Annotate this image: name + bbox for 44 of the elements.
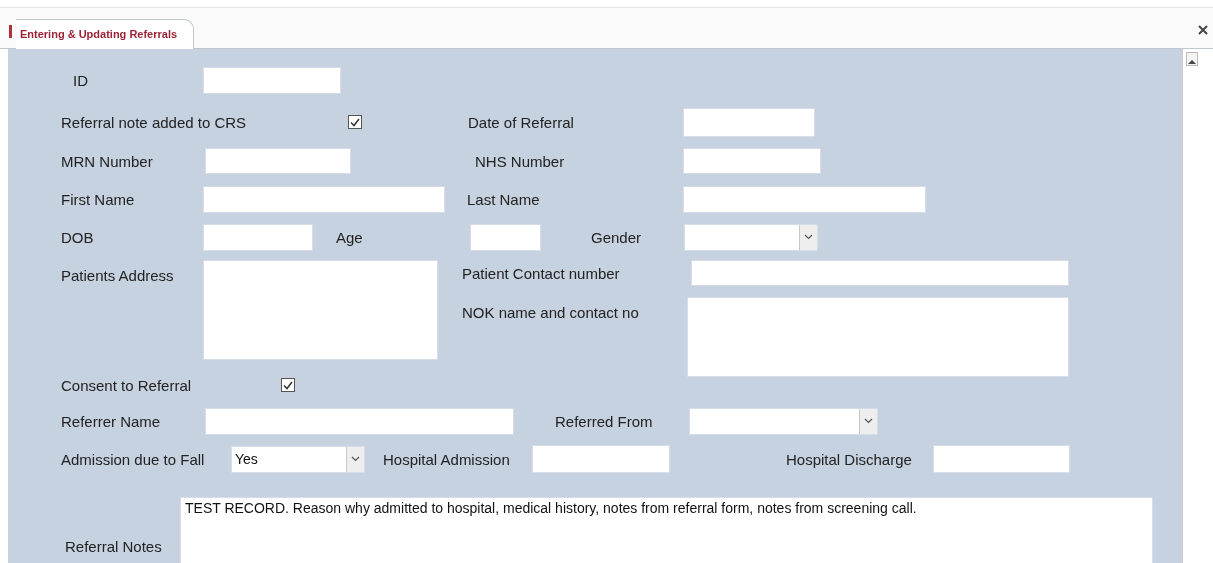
field-label: MRN Number	[61, 152, 153, 170]
memo-field[interactable]	[687, 297, 1069, 377]
checkbox[interactable]	[281, 378, 295, 392]
field-label: Consent to Referral	[61, 376, 192, 394]
memo-field[interactable]	[203, 260, 438, 360]
text-field[interactable]	[470, 223, 541, 251]
field-label: Hospital Admission	[383, 450, 510, 468]
text-field[interactable]	[933, 445, 1070, 473]
dropdown-field[interactable]: Yes	[231, 445, 365, 473]
field-label: Gender	[591, 228, 642, 246]
text-field[interactable]	[203, 223, 313, 251]
field-label: First Name	[61, 190, 135, 208]
field-label: Referrer Name	[61, 412, 161, 430]
field-label: Patient Contact number	[462, 264, 620, 282]
document-tab[interactable]: Entering & Updating Referrals	[16, 19, 195, 49]
memo-field[interactable]: TEST RECORD. Reason why admitted to hospital, medical history, notes from referral form, notes from screening call.	[180, 497, 1153, 563]
text-field[interactable]	[532, 445, 670, 473]
dropdown-field[interactable]	[684, 223, 818, 251]
field-label: Age	[336, 228, 363, 246]
field-label: Admission due to Fall	[61, 450, 205, 468]
text-field[interactable]	[203, 66, 341, 94]
field-label: Referral Notes	[65, 538, 162, 557]
text-field[interactable]	[205, 148, 351, 174]
field-label: NHS Number	[475, 152, 565, 170]
field-label: Patients Address	[61, 266, 174, 284]
scroll-up-button[interactable]	[1186, 52, 1198, 66]
field-label: NOK name and contact no	[462, 303, 639, 321]
field-label: Referral note added to CRS	[61, 113, 247, 131]
text-field[interactable]	[683, 185, 926, 213]
text-field[interactable]	[691, 260, 1069, 286]
text-field[interactable]	[205, 407, 514, 435]
field-label: ID	[73, 71, 88, 89]
checkbox[interactable]	[348, 115, 362, 129]
text-field[interactable]	[683, 148, 821, 174]
form-icon	[9, 25, 12, 38]
up-arrow-icon	[1188, 59, 1196, 65]
field-label: Referred From	[555, 412, 653, 430]
text-field[interactable]	[203, 185, 445, 213]
text-field[interactable]	[683, 107, 815, 137]
field-label: Date of Referral	[468, 113, 574, 131]
dropdown-field[interactable]	[689, 407, 878, 435]
field-label: Hospital Discharge	[786, 450, 912, 468]
field-label: DOB	[61, 228, 94, 246]
field-label: Last Name	[467, 190, 540, 208]
